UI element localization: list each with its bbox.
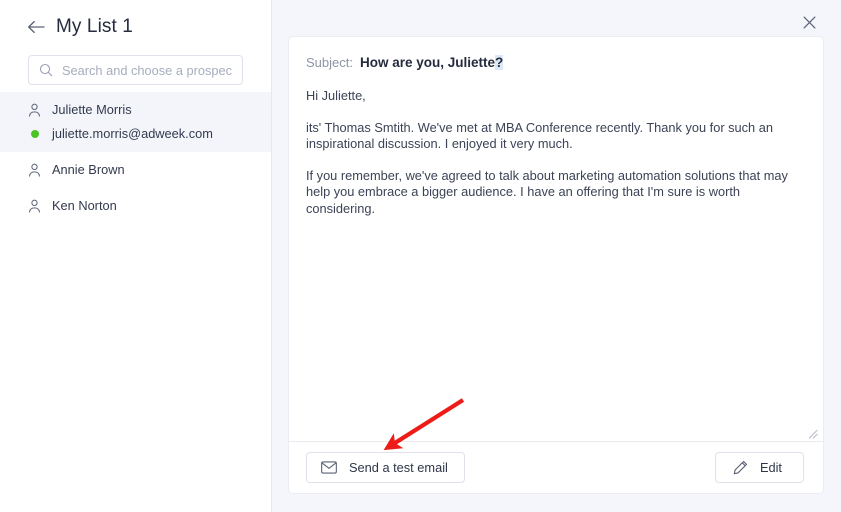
subject-label: Subject: (306, 55, 353, 70)
search-box[interactable] (28, 55, 243, 85)
page-title: My List 1 (56, 16, 133, 37)
person-icon (28, 163, 41, 177)
list-item-ken-norton[interactable]: Ken Norton (0, 188, 271, 224)
prospect-sidebar: My List 1 Search and choose a prospect J… (0, 0, 272, 512)
search-container (28, 55, 243, 85)
pencil-icon (733, 460, 748, 475)
prospect-name: Juliette Morris (52, 101, 132, 117)
prospect-name-row: Annie Brown (28, 160, 255, 179)
edit-label: Edit (759, 460, 782, 475)
status-badge (30, 129, 39, 138)
sidebar-header: My List 1 (0, 0, 271, 44)
search-icon (39, 63, 53, 77)
prospect-name: Ken Norton (52, 197, 117, 213)
send-test-email-label: Send a test email (349, 460, 448, 475)
person-icon (28, 103, 41, 117)
send-test-email-button[interactable]: Send a test email (306, 452, 465, 483)
email-body[interactable]: Subject: How are you, Juliette? Hi Julie… (289, 37, 823, 441)
close-icon[interactable] (799, 12, 819, 32)
email-preview-panel: Subject: How are you, Juliette? Hi Julie… (272, 0, 841, 512)
prospect-name-row: Juliette Morris (28, 100, 255, 119)
email-paragraph-pitch: If you remember, we've agreed to talk ab… (306, 167, 788, 216)
list-item-annie-brown[interactable]: Annie Brown (0, 152, 271, 188)
status-dot-icon (28, 129, 41, 138)
resize-grip-icon[interactable] (808, 426, 818, 439)
arrow-left-icon[interactable] (27, 18, 45, 36)
edit-button[interactable]: Edit (714, 452, 804, 483)
person-icon (28, 199, 41, 213)
prospect-name-row: Ken Norton (28, 196, 255, 215)
prospect-name: Annie Brown (52, 161, 125, 177)
envelope-icon (321, 461, 337, 474)
search-input[interactable] (62, 62, 232, 78)
prospect-list: Juliette Morris juliette.morris@adweek.c… (0, 92, 271, 224)
subject-line: Subject: How are you, Juliette? (306, 54, 805, 71)
card-footer: Send a test email Edit (289, 442, 823, 493)
prospect-email-row: juliette.morris@adweek.com (28, 124, 255, 143)
app-root: My List 1 Search and choose a prospect J… (0, 0, 841, 512)
email-paragraph-intro: its' Thomas Smtith. We've met at MBA Con… (306, 119, 773, 152)
subject-cursor: ? (495, 55, 504, 70)
list-item-juliette-morris[interactable]: Juliette Morris juliette.morris@adweek.c… (0, 92, 271, 152)
prospect-email: juliette.morris@adweek.com (52, 125, 213, 141)
subject-text: How are you, Juliette (359, 55, 496, 70)
email-paragraph-greeting: Hi Juliette, (306, 88, 366, 103)
email-card: Subject: How are you, Juliette? Hi Julie… (288, 36, 824, 494)
subject-value: How are you, Juliette? (359, 54, 504, 71)
